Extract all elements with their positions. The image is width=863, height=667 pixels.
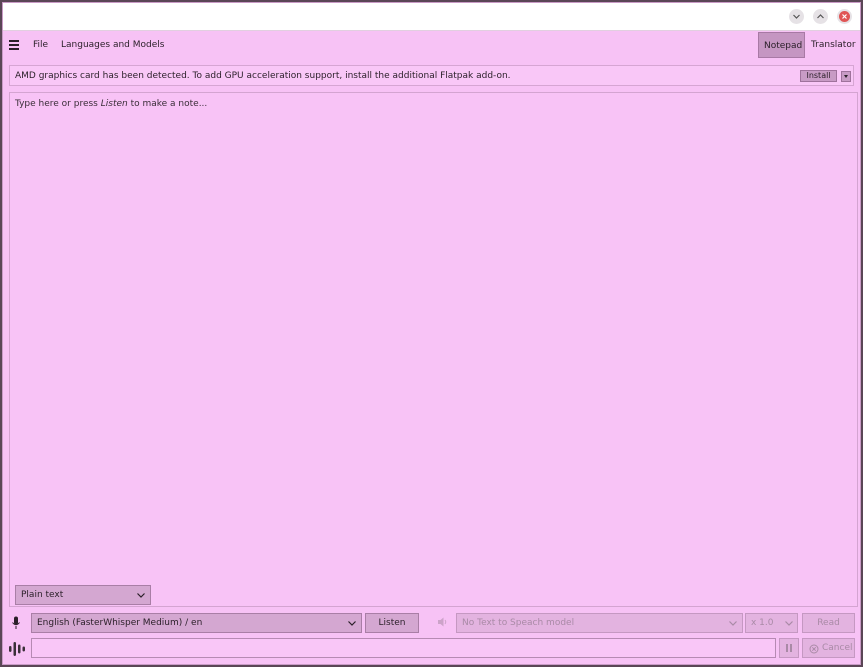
pause-button[interactable] <box>779 638 799 658</box>
cancel-icon <box>809 644 819 654</box>
audio-wave-icon <box>9 642 25 656</box>
install-options-button[interactable] <box>841 71 851 82</box>
note-editor[interactable]: Type here or press Listen to make a note… <box>9 92 858 607</box>
tab-translator[interactable]: Translator <box>806 32 860 58</box>
stt-model-select[interactable]: English (FasterWhisper Medium) / en <box>31 613 362 633</box>
app-window: File Languages and Models Notepad Transl… <box>2 2 861 665</box>
install-button[interactable]: Install <box>800 70 837 82</box>
listen-button[interactable]: Listen <box>365 613 419 633</box>
tts-model-value: No Text to Speach model <box>462 618 575 628</box>
cancel-button[interactable]: Cancel <box>802 638 855 658</box>
speech-controls-row: English (FasterWhisper Medium) / en List… <box>3 611 860 635</box>
maximize-button[interactable] <box>813 9 828 24</box>
chevron-down-icon <box>348 621 356 626</box>
stt-model-value: English (FasterWhisper Medium) / en <box>37 618 203 628</box>
text-format-value: Plain text <box>21 590 64 600</box>
gpu-info-bar: AMD graphics card has been detected. To … <box>9 65 854 86</box>
tab-notepad[interactable]: Notepad <box>758 32 805 58</box>
close-button[interactable] <box>837 9 852 24</box>
chevron-down-icon <box>137 593 145 598</box>
editor-placeholder: Type here or press Listen to make a note… <box>15 99 208 109</box>
hamburger-menu-icon[interactable] <box>9 39 20 50</box>
chevron-down-icon <box>729 621 737 626</box>
speaker-icon <box>438 617 447 627</box>
chevron-down-icon <box>793 14 800 19</box>
menu-file[interactable]: File <box>33 40 48 50</box>
caret-down-icon <box>844 75 848 78</box>
input-row: Cancel <box>3 637 860 661</box>
pause-icon <box>786 644 788 652</box>
menu-bar: File Languages and Models Notepad Transl… <box>3 31 860 60</box>
chevron-down-icon <box>785 621 793 626</box>
read-button[interactable]: Read <box>802 613 855 633</box>
cancel-label: Cancel <box>822 643 853 653</box>
microphone-icon <box>12 616 20 629</box>
tts-speed-value: x 1.0 <box>751 618 774 628</box>
title-bar <box>3 3 860 31</box>
gpu-info-message: AMD graphics card has been detected. To … <box>15 71 511 81</box>
speech-text-input[interactable] <box>31 638 776 658</box>
chevron-up-icon <box>817 14 824 19</box>
close-icon <box>839 11 850 22</box>
tts-speed-select[interactable]: x 1.0 <box>745 613 798 633</box>
text-format-select[interactable]: Plain text <box>15 585 151 605</box>
menu-languages-models[interactable]: Languages and Models <box>61 40 164 50</box>
minimize-button[interactable] <box>789 9 804 24</box>
tts-model-select[interactable]: No Text to Speach model <box>456 613 743 633</box>
